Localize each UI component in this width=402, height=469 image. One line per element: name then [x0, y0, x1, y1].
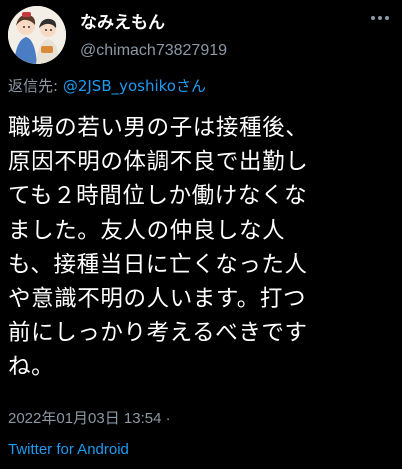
reply-mention-link[interactable]: @2JSB_yoshikoさん — [63, 77, 206, 95]
more-options-icon — [371, 16, 389, 20]
display-name[interactable]: なみえもん — [80, 12, 227, 34]
tweet-text-line: や意識不明の人います。打つ — [8, 285, 307, 312]
tweet-text-line: ても２時間位しか働けなくな — [8, 183, 308, 210]
user-handle[interactable]: @chimach73827919 — [80, 40, 227, 62]
author-names: なみえもん @chimach73827919 — [80, 12, 227, 62]
tweet-text-line: 職場の若い男の子は接種後、 — [8, 115, 309, 141]
more-options-button[interactable] — [368, 6, 392, 30]
tweet-header: なみえもん @chimach73827919 — [8, 6, 394, 66]
tweet-text-line: 前にしっかり考えるべきです — [8, 320, 308, 347]
tweet-source-link[interactable]: Twitter for Android — [8, 440, 129, 460]
reply-prefix: 返信先: — [8, 77, 63, 95]
avatar-illustration-icon — [8, 6, 66, 64]
tweet: なみえもん @chimach73827919 返信先: @2JSB_yoshik… — [0, 0, 402, 469]
tweet-text: 職場の若い男の子は接種後、 原因不明の体調不良で出勤し ても２時間位しか働けなく… — [8, 111, 400, 385]
avatar[interactable] — [8, 6, 66, 64]
tweet-text-line: 原因不明の体調不良で出勤し — [8, 149, 309, 176]
reply-context: 返信先: @2JSB_yoshikoさん — [8, 76, 206, 96]
tweet-text-line: ました。友人の仲良しな人 — [8, 217, 286, 244]
tweet-text-line: ね。 — [8, 354, 55, 381]
tweet-text-line: も、接種当日に亡くなった人 — [8, 251, 308, 278]
tweet-timestamp[interactable]: 2022年01月03日 13:54 · — [8, 409, 171, 429]
